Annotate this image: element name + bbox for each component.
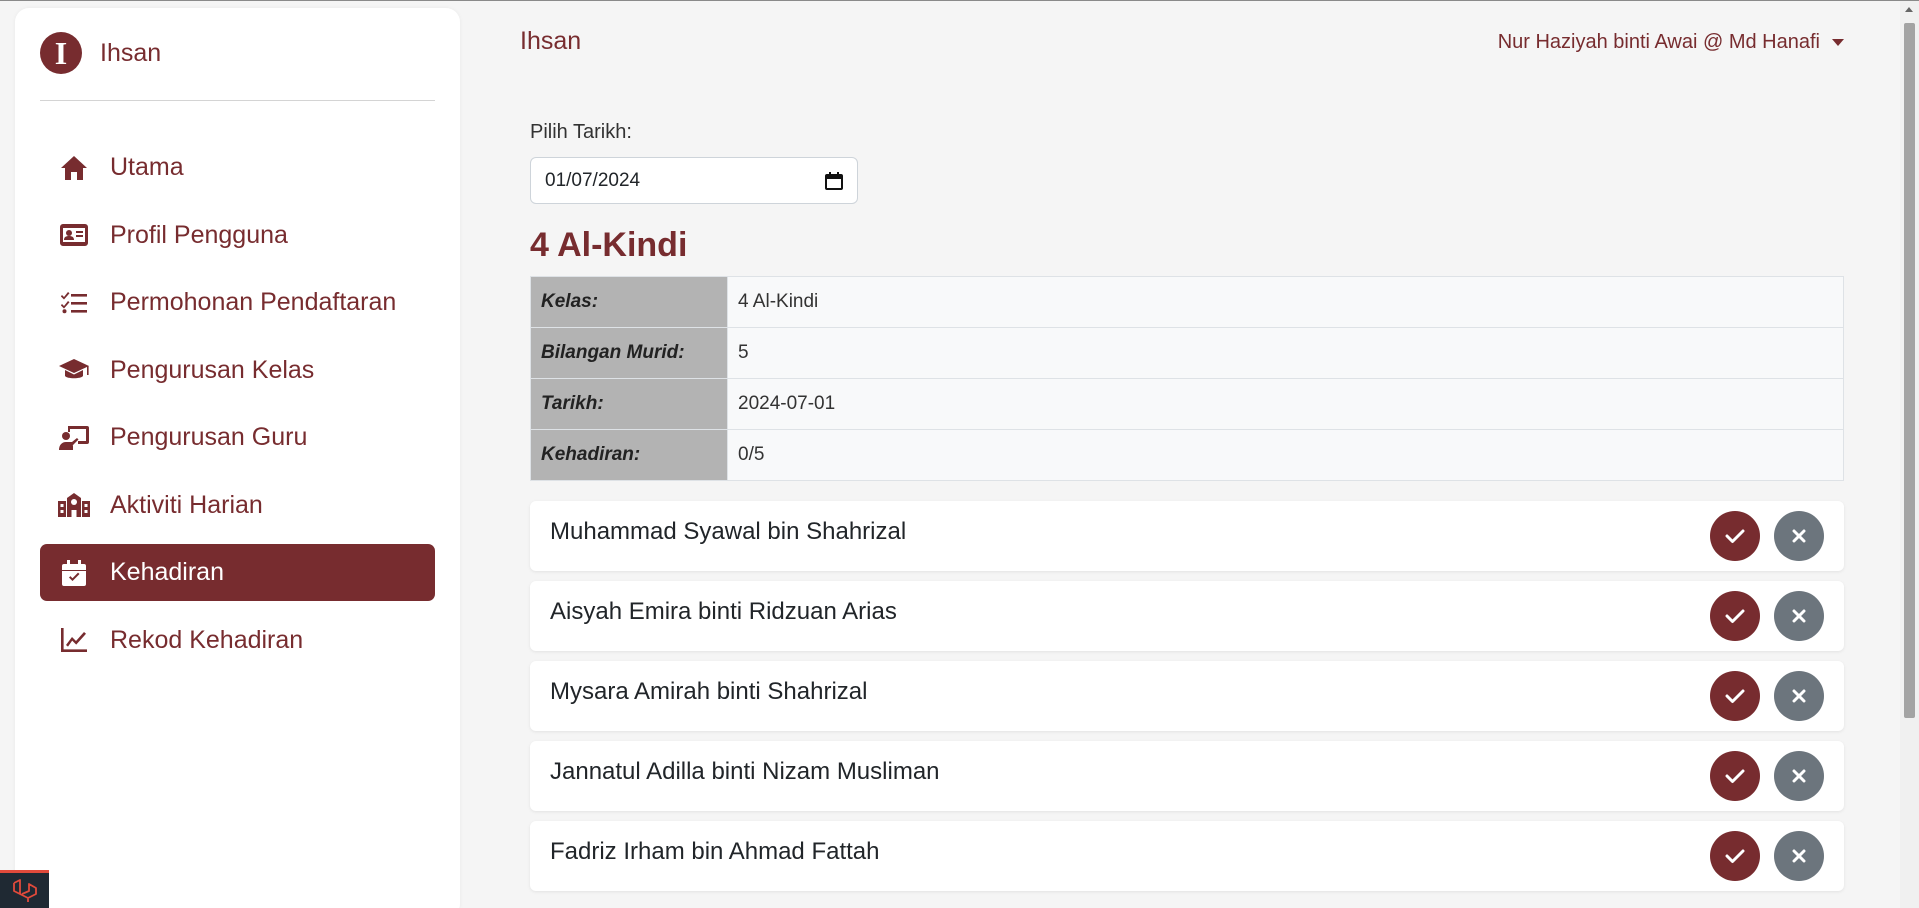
student-name: Fadriz Irham bin Ahmad Fattah <box>550 838 880 865</box>
teacher-icon <box>58 422 90 454</box>
page-title: Ihsan <box>520 27 582 55</box>
brand-name: Ihsan <box>100 38 162 67</box>
list-item: Mysara Amirah binti Shahrizal <box>530 661 1844 731</box>
page-scrollbar[interactable] <box>1900 1 1919 908</box>
table-row: Kehadiran: 0/5 <box>530 429 1844 481</box>
info-key: Kehadiran: <box>530 429 728 481</box>
table-row: Bilangan Murid: 5 <box>530 327 1844 379</box>
mark-absent-button[interactable] <box>1774 671 1824 721</box>
caret-down-icon <box>1832 39 1844 46</box>
close-icon <box>1792 529 1806 543</box>
mark-absent-button[interactable] <box>1774 511 1824 561</box>
sidebar-item-pengurusan-kelas[interactable]: Pengurusan Kelas <box>40 342 435 399</box>
student-name: Aisyah Emira binti Ridzuan Arias <box>550 598 897 625</box>
graduation-cap-icon <box>58 354 90 386</box>
date-value: 01/07/2024 <box>545 169 641 191</box>
sidebar-item-label: Profil Pengguna <box>110 220 288 249</box>
info-value: 2024-07-01 <box>727 378 1844 430</box>
school-icon <box>58 489 90 521</box>
check-icon <box>1725 609 1745 623</box>
check-icon <box>1725 849 1745 863</box>
mark-present-button[interactable] <box>1710 671 1760 721</box>
close-icon <box>1792 769 1806 783</box>
info-value: 0/5 <box>727 429 1844 481</box>
table-row: Tarikh: 2024-07-01 <box>530 378 1844 430</box>
mark-present-button[interactable] <box>1710 831 1760 881</box>
sidebar-item-pengurusan-guru[interactable]: Pengurusan Guru <box>40 409 435 466</box>
sidebar: I Ihsan Utama Profil Pengguna Permohonan… <box>15 8 460 908</box>
sidebar-item-rekod-kehadiran[interactable]: Rekod Kehadiran <box>40 612 435 669</box>
sidebar-item-profil-pengguna[interactable]: Profil Pengguna <box>40 207 435 264</box>
sidebar-nav: Utama Profil Pengguna Permohonan Pendaft… <box>40 139 435 679</box>
mark-absent-button[interactable] <box>1774 591 1824 641</box>
class-title: 4 Al-Kindi <box>530 226 688 264</box>
home-icon <box>58 152 90 184</box>
close-icon <box>1792 609 1806 623</box>
list-item: Aisyah Emira binti Ridzuan Arias <box>530 581 1844 651</box>
check-icon <box>1725 769 1745 783</box>
mark-present-button[interactable] <box>1710 511 1760 561</box>
sidebar-divider <box>40 100 435 101</box>
mark-absent-button[interactable] <box>1774 751 1824 801</box>
sidebar-item-kehadiran[interactable]: Kehadiran <box>40 544 435 601</box>
mark-present-button[interactable] <box>1710 591 1760 641</box>
class-info-table: Kelas: 4 Al-Kindi Bilangan Murid: 5 Tari… <box>530 276 1844 481</box>
brand[interactable]: I Ihsan <box>40 32 161 74</box>
sidebar-item-aktiviti-harian[interactable]: Aktiviti Harian <box>40 477 435 534</box>
date-label: Pilih Tarikh: <box>530 121 632 143</box>
list-item: Jannatul Adilla binti Nizam Musliman <box>530 741 1844 811</box>
table-row: Kelas: 4 Al-Kindi <box>530 276 1844 328</box>
sidebar-item-label: Kehadiran <box>110 558 224 586</box>
check-icon <box>1725 689 1745 703</box>
scrollbar-thumb[interactable] <box>1904 23 1915 718</box>
info-key: Bilangan Murid: <box>530 327 728 379</box>
info-key: Tarikh: <box>530 378 728 430</box>
close-icon <box>1792 689 1806 703</box>
student-list: Muhammad Syawal bin Shahrizal Aisyah Emi… <box>530 501 1844 901</box>
debugbar-toggle[interactable] <box>0 870 49 908</box>
user-menu-dropdown[interactable]: Nur Haziyah binti Awai @ Md Hanafi <box>1498 31 1844 54</box>
sidebar-item-label: Pengurusan Guru <box>110 423 308 451</box>
scroll-up-arrow-icon[interactable] <box>1905 7 1913 12</box>
user-name: Nur Haziyah binti Awai @ Md Hanafi <box>1497 31 1820 53</box>
list-item: Muhammad Syawal bin Shahrizal <box>530 501 1844 571</box>
info-value: 4 Al-Kindi <box>727 276 1844 328</box>
laravel-logo-icon <box>12 878 37 902</box>
id-card-icon <box>58 219 90 251</box>
chart-line-icon <box>58 624 90 656</box>
mark-absent-button[interactable] <box>1774 831 1824 881</box>
date-input[interactable]: 01/07/2024 <box>530 157 858 204</box>
close-icon <box>1792 849 1806 863</box>
student-name: Muhammad Syawal bin Shahrizal <box>550 518 907 545</box>
info-value: 5 <box>727 327 1844 379</box>
calendar-check-icon <box>58 557 90 589</box>
sidebar-item-label: Pengurusan Kelas <box>110 355 315 384</box>
sidebar-item-label: Aktiviti Harian <box>110 490 263 519</box>
sidebar-item-permohonan-pendaftaran[interactable]: Permohonan Pendaftaran <box>40 274 435 331</box>
sidebar-item-label: Permohonan Pendaftaran <box>110 288 397 316</box>
sidebar-item-utama[interactable]: Utama <box>40 139 435 196</box>
sidebar-item-label: Rekod Kehadiran <box>110 625 304 654</box>
student-name: Mysara Amirah binti Shahrizal <box>550 678 868 705</box>
brand-logo: I <box>40 32 82 74</box>
list-check-icon <box>58 287 90 319</box>
sidebar-item-label: Utama <box>110 153 184 181</box>
list-item: Fadriz Irham bin Ahmad Fattah <box>530 821 1844 891</box>
calendar-icon[interactable] <box>825 171 843 190</box>
student-name: Jannatul Adilla binti Nizam Musliman <box>550 758 940 785</box>
check-icon <box>1725 529 1745 543</box>
mark-present-button[interactable] <box>1710 751 1760 801</box>
info-key: Kelas: <box>530 276 728 328</box>
